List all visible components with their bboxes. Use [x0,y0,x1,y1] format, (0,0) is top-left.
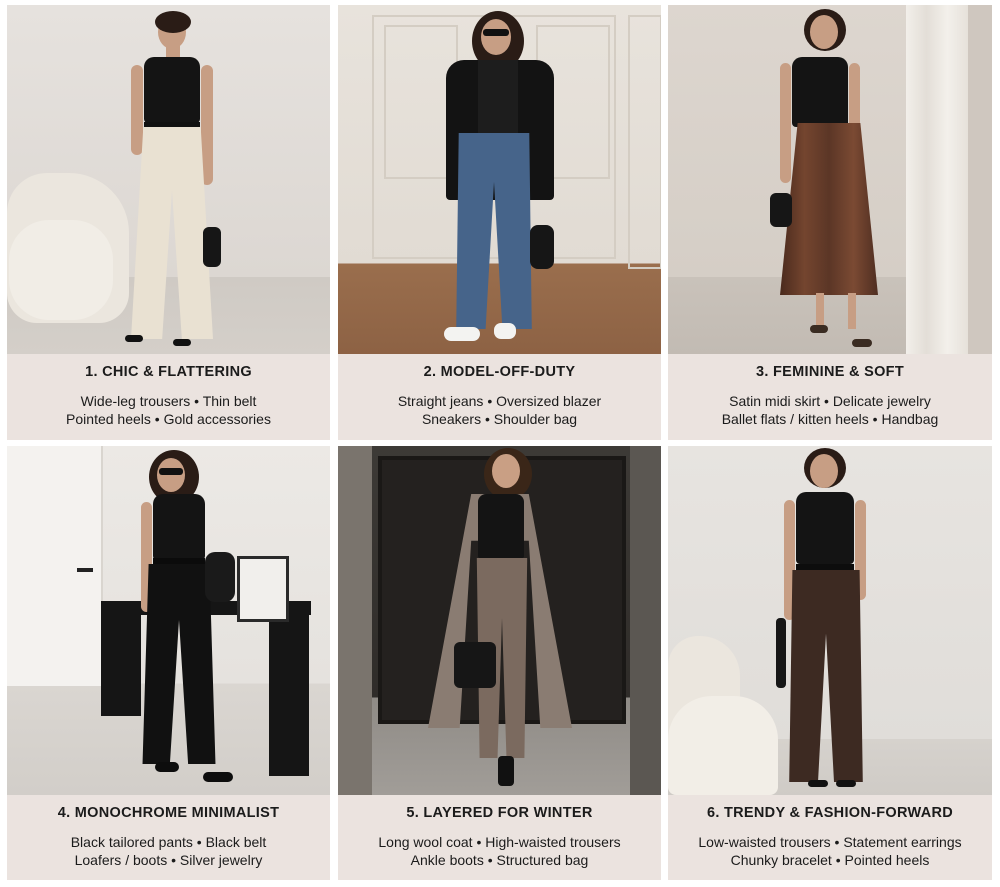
black-top [792,57,848,127]
outfit-card-chic[interactable]: 1. CHIC & FLATTERING Wide-leg trousers •… [7,5,330,440]
sneaker [444,327,480,341]
stone-wall [630,446,661,795]
satin-midi-skirt [780,123,878,295]
belt [796,564,854,570]
outfit-items-line-1: Long wool coat • High-waisted trousers [378,834,621,850]
outfit-items-line-2: Ballet flats / kitten heels • Handbag [721,411,939,427]
outfit-card-model-off-duty[interactable]: 2. MODEL-OFF-DUTY Straight jeans • Overs… [338,5,661,440]
arm-left [780,63,791,183]
black-top [153,494,205,560]
hair [155,11,191,33]
sneaker [494,323,516,339]
outfit-photo [338,5,661,354]
outfit-card-trendy[interactable]: 6. TRENDY & FASHION-FORWARD Low-waisted … [668,446,992,880]
framed-photo [237,556,289,622]
head [810,454,838,488]
structured-bag [454,642,496,688]
black-top [478,494,524,558]
outfit-card-monochrome[interactable]: 4. MONOCHROME MINIMALIST Black tailored … [7,446,330,880]
door-handle [77,568,93,572]
outfit-title: 1. CHIC & FLATTERING [85,364,252,380]
head [481,19,511,55]
armchair-cushion [9,220,113,320]
boucle-ottoman [668,696,778,795]
pointed-heel [836,780,856,787]
outfit-caption: 3. FEMININE & SOFT Satin midi skirt • De… [668,354,992,440]
outfit-photo [668,446,992,795]
outfit-photo [338,446,661,795]
sunglasses [159,468,183,475]
handbag [776,618,786,688]
outfit-items-line-2: Chunky bracelet • Pointed heels [730,852,930,868]
door [7,446,103,686]
kitten-heel [810,325,828,333]
outfit-items-line-1: Low-waisted trousers • Statement earring… [698,834,962,850]
outfit-card-layered-winter[interactable]: 5. LAYERED FOR WINTER Long wool coat • H… [338,446,661,880]
low-waisted-trousers [789,570,863,782]
arm-left [131,65,143,155]
ankle-boot [498,756,514,786]
stone-wall [338,446,372,795]
outfit-caption: 6. TRENDY & FASHION-FORWARD Low-waisted … [668,795,992,880]
outfit-items-line-2: Loafers / boots • Silver jewelry [74,852,263,868]
black-top [478,60,518,135]
outfit-title: 2. MODEL-OFF-DUTY [423,364,576,380]
outfit-grid: 1. CHIC & FLATTERING Wide-leg trousers •… [0,0,1000,887]
pointed-heel [808,780,828,787]
outfit-items-line-2: Ankle boots • Structured bag [410,852,589,868]
kitten-heel [852,339,872,347]
outfit-items-line-2: Pointed heels • Gold accessories [66,411,271,427]
outfit-items-line-2: Sneakers • Shoulder bag [421,411,578,427]
outfit-title: 5. LAYERED FOR WINTER [406,805,593,821]
shoulder-bag [530,225,554,269]
outfit-caption: 1. CHIC & FLATTERING Wide-leg trousers •… [7,354,330,440]
outfit-caption: 4. MONOCHROME MINIMALIST Black tailored … [7,795,330,880]
outfit-items-line-1: Straight jeans • Oversized blazer [397,393,602,409]
outfit-title: 4. MONOCHROME MINIMALIST [57,805,280,821]
outfit-caption: 5. LAYERED FOR WINTER Long wool coat • H… [338,795,661,880]
black-top [796,492,854,564]
console-leg [101,606,141,716]
shoe [125,335,143,342]
cream-trousers [131,127,213,339]
outfit-items-line-1: Satin midi skirt • Delicate jewelry [729,393,931,409]
shoe [173,339,191,346]
black-belt [153,558,205,564]
thin-belt [144,122,200,127]
head [492,454,520,488]
outfit-photo [668,5,992,354]
black-top [144,57,200,123]
curtain [906,5,968,354]
outfit-caption: 2. MODEL-OFF-DUTY Straight jeans • Overs… [338,354,661,440]
outfit-items-line-1: Black tailored pants • Black belt [70,834,267,850]
outfit-photo [7,446,330,795]
loafer [155,762,179,772]
head [810,15,838,49]
leg [816,293,824,329]
wall-panel [628,15,661,269]
outfit-title: 6. TRENDY & FASHION-FORWARD [706,805,954,821]
console-leg [269,606,309,776]
head [157,458,185,492]
curtain-shadow [968,5,992,354]
outfit-title: 3. FEMININE & SOFT [756,364,904,380]
handbag [770,193,792,227]
outfit-card-feminine-soft[interactable]: 3. FEMININE & SOFT Satin midi skirt • De… [668,5,992,440]
handbag [203,227,221,267]
leg [848,293,856,329]
shoulder-bag [205,552,235,602]
outfit-items-line-1: Wide-leg trousers • Thin belt [80,393,257,409]
sunglasses [483,29,509,36]
outfit-photo [7,5,330,354]
loafer [203,772,233,782]
